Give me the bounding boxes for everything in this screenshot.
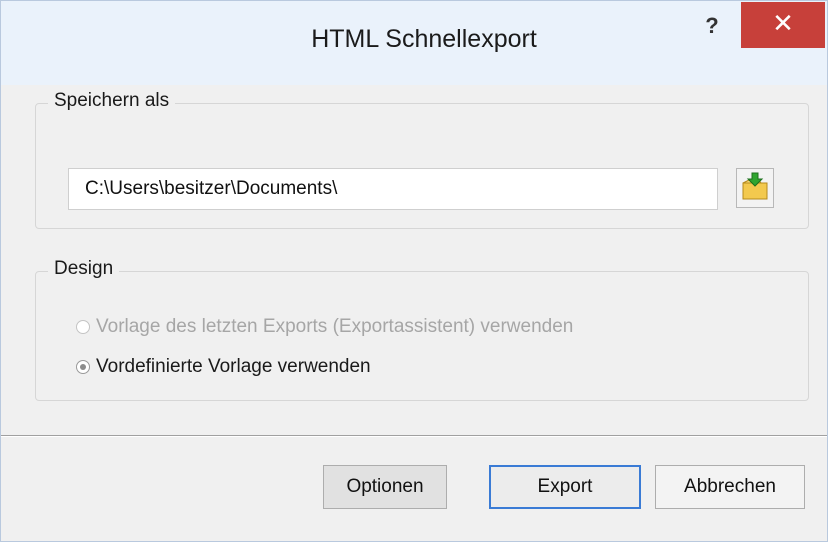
save-as-group: Speichern als — [35, 90, 809, 229]
help-button[interactable]: ? — [695, 11, 729, 41]
radio-selected-icon[interactable] — [76, 360, 90, 374]
dialog-body: Speichern als Design Vorlage des letzten… — [1, 85, 827, 531]
design-legend: Design — [48, 258, 120, 280]
cancel-button[interactable]: Abbrechen — [655, 465, 805, 509]
browse-folder-button[interactable] — [736, 168, 774, 208]
radio-predefined-template[interactable]: Vordefinierte Vorlage verwenden — [76, 356, 371, 378]
title-bar: HTML Schnellexport ? ✕ — [1, 1, 827, 85]
folder-arrow-icon — [742, 172, 768, 199]
radio-label: Vorlage des letzten Exports (Exportassis… — [96, 316, 574, 337]
close-icon: ✕ — [772, 9, 794, 39]
export-button[interactable]: Export — [489, 465, 641, 509]
design-group: Design Vorlage des letzten Exports (Expo… — [35, 258, 809, 401]
radio-last-export-template: Vorlage des letzten Exports (Exportassis… — [76, 316, 573, 338]
radio-label[interactable]: Vordefinierte Vorlage verwenden — [96, 356, 371, 378]
dialog-window: HTML Schnellexport ? ✕ Speichern als Des… — [0, 0, 828, 542]
footer-divider — [1, 435, 827, 437]
options-button[interactable]: Optionen — [323, 465, 447, 509]
save-path-input[interactable] — [68, 168, 718, 210]
save-as-legend: Speichern als — [48, 90, 176, 112]
close-button[interactable]: ✕ — [741, 2, 825, 48]
radio-unselected-icon — [76, 320, 90, 334]
